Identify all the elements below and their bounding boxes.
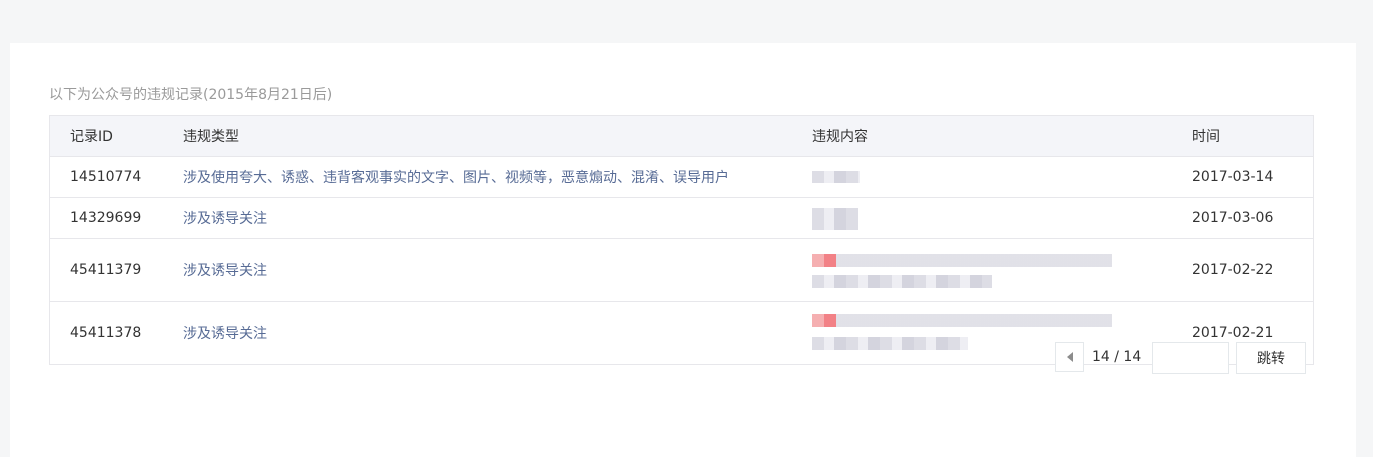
violation-type[interactable]: 涉及诱导关注 [183,260,812,280]
table-row: 14510774 涉及使用夸大、诱惑、违背客观事实的文字、图片、视频等，恶意煽动… [50,156,1313,197]
violation-content-thumbnail[interactable] [812,198,1192,238]
table-row: 14329699 涉及诱导关注 2017-03-06 [50,197,1313,238]
record-id: 14329699 [70,210,142,226]
triangle-left-icon [1066,352,1073,362]
blurred-content [812,275,992,288]
records-panel: 以下为公众号的违规记录(2015年8月21日后) 记录ID 违规类型 违规内容 … [10,43,1356,457]
record-id: 14510774 [70,169,142,185]
violation-table: 记录ID 违规类型 违规内容 时间 14510774 涉及使用夸大、诱惑、违背客… [49,115,1314,365]
blurred-content [812,314,1112,327]
header-record-id: 记录ID [70,129,113,145]
violation-type[interactable]: 涉及使用夸大、诱惑、违背客观事实的文字、图片、视频等，恶意煽动、混淆、误导用户 [183,167,812,187]
table-row: 45411379 涉及诱导关注 2017-02-22 [50,238,1313,301]
blurred-content [812,254,1112,267]
violation-type[interactable]: 涉及诱导关注 [183,323,812,343]
record-time: 2017-03-06 [1192,210,1274,226]
record-time: 2017-02-22 [1192,262,1274,278]
jump-button[interactable]: 跳转 [1236,342,1306,374]
page-info: 14 / 14 [1092,349,1142,365]
record-id: 45411378 [70,325,142,341]
header-violation-type: 违规类型 [183,129,239,145]
pagination: 14 / 14 跳转 [0,342,1373,374]
violation-content-text[interactable] [812,239,1192,301]
header-violation-content: 违规内容 [812,116,1192,156]
record-id: 45411379 [70,262,142,278]
record-time: 2017-03-14 [1192,169,1274,185]
record-time: 2017-02-21 [1192,325,1274,341]
table-header: 记录ID 违规类型 违规内容 时间 [50,116,1313,156]
violation-type[interactable]: 涉及诱导关注 [183,208,812,228]
header-violation-content-label: 违规内容 [812,129,868,145]
violation-notice: 以下为公众号的违规记录(2015年8月21日后) [49,87,333,103]
header-time: 时间 [1192,129,1220,145]
violation-content-thumbnail[interactable] [812,157,1192,197]
blurred-content [812,208,858,230]
prev-page-button[interactable] [1055,342,1084,372]
blurred-content [812,171,860,183]
page-jump-input[interactable] [1152,342,1229,374]
